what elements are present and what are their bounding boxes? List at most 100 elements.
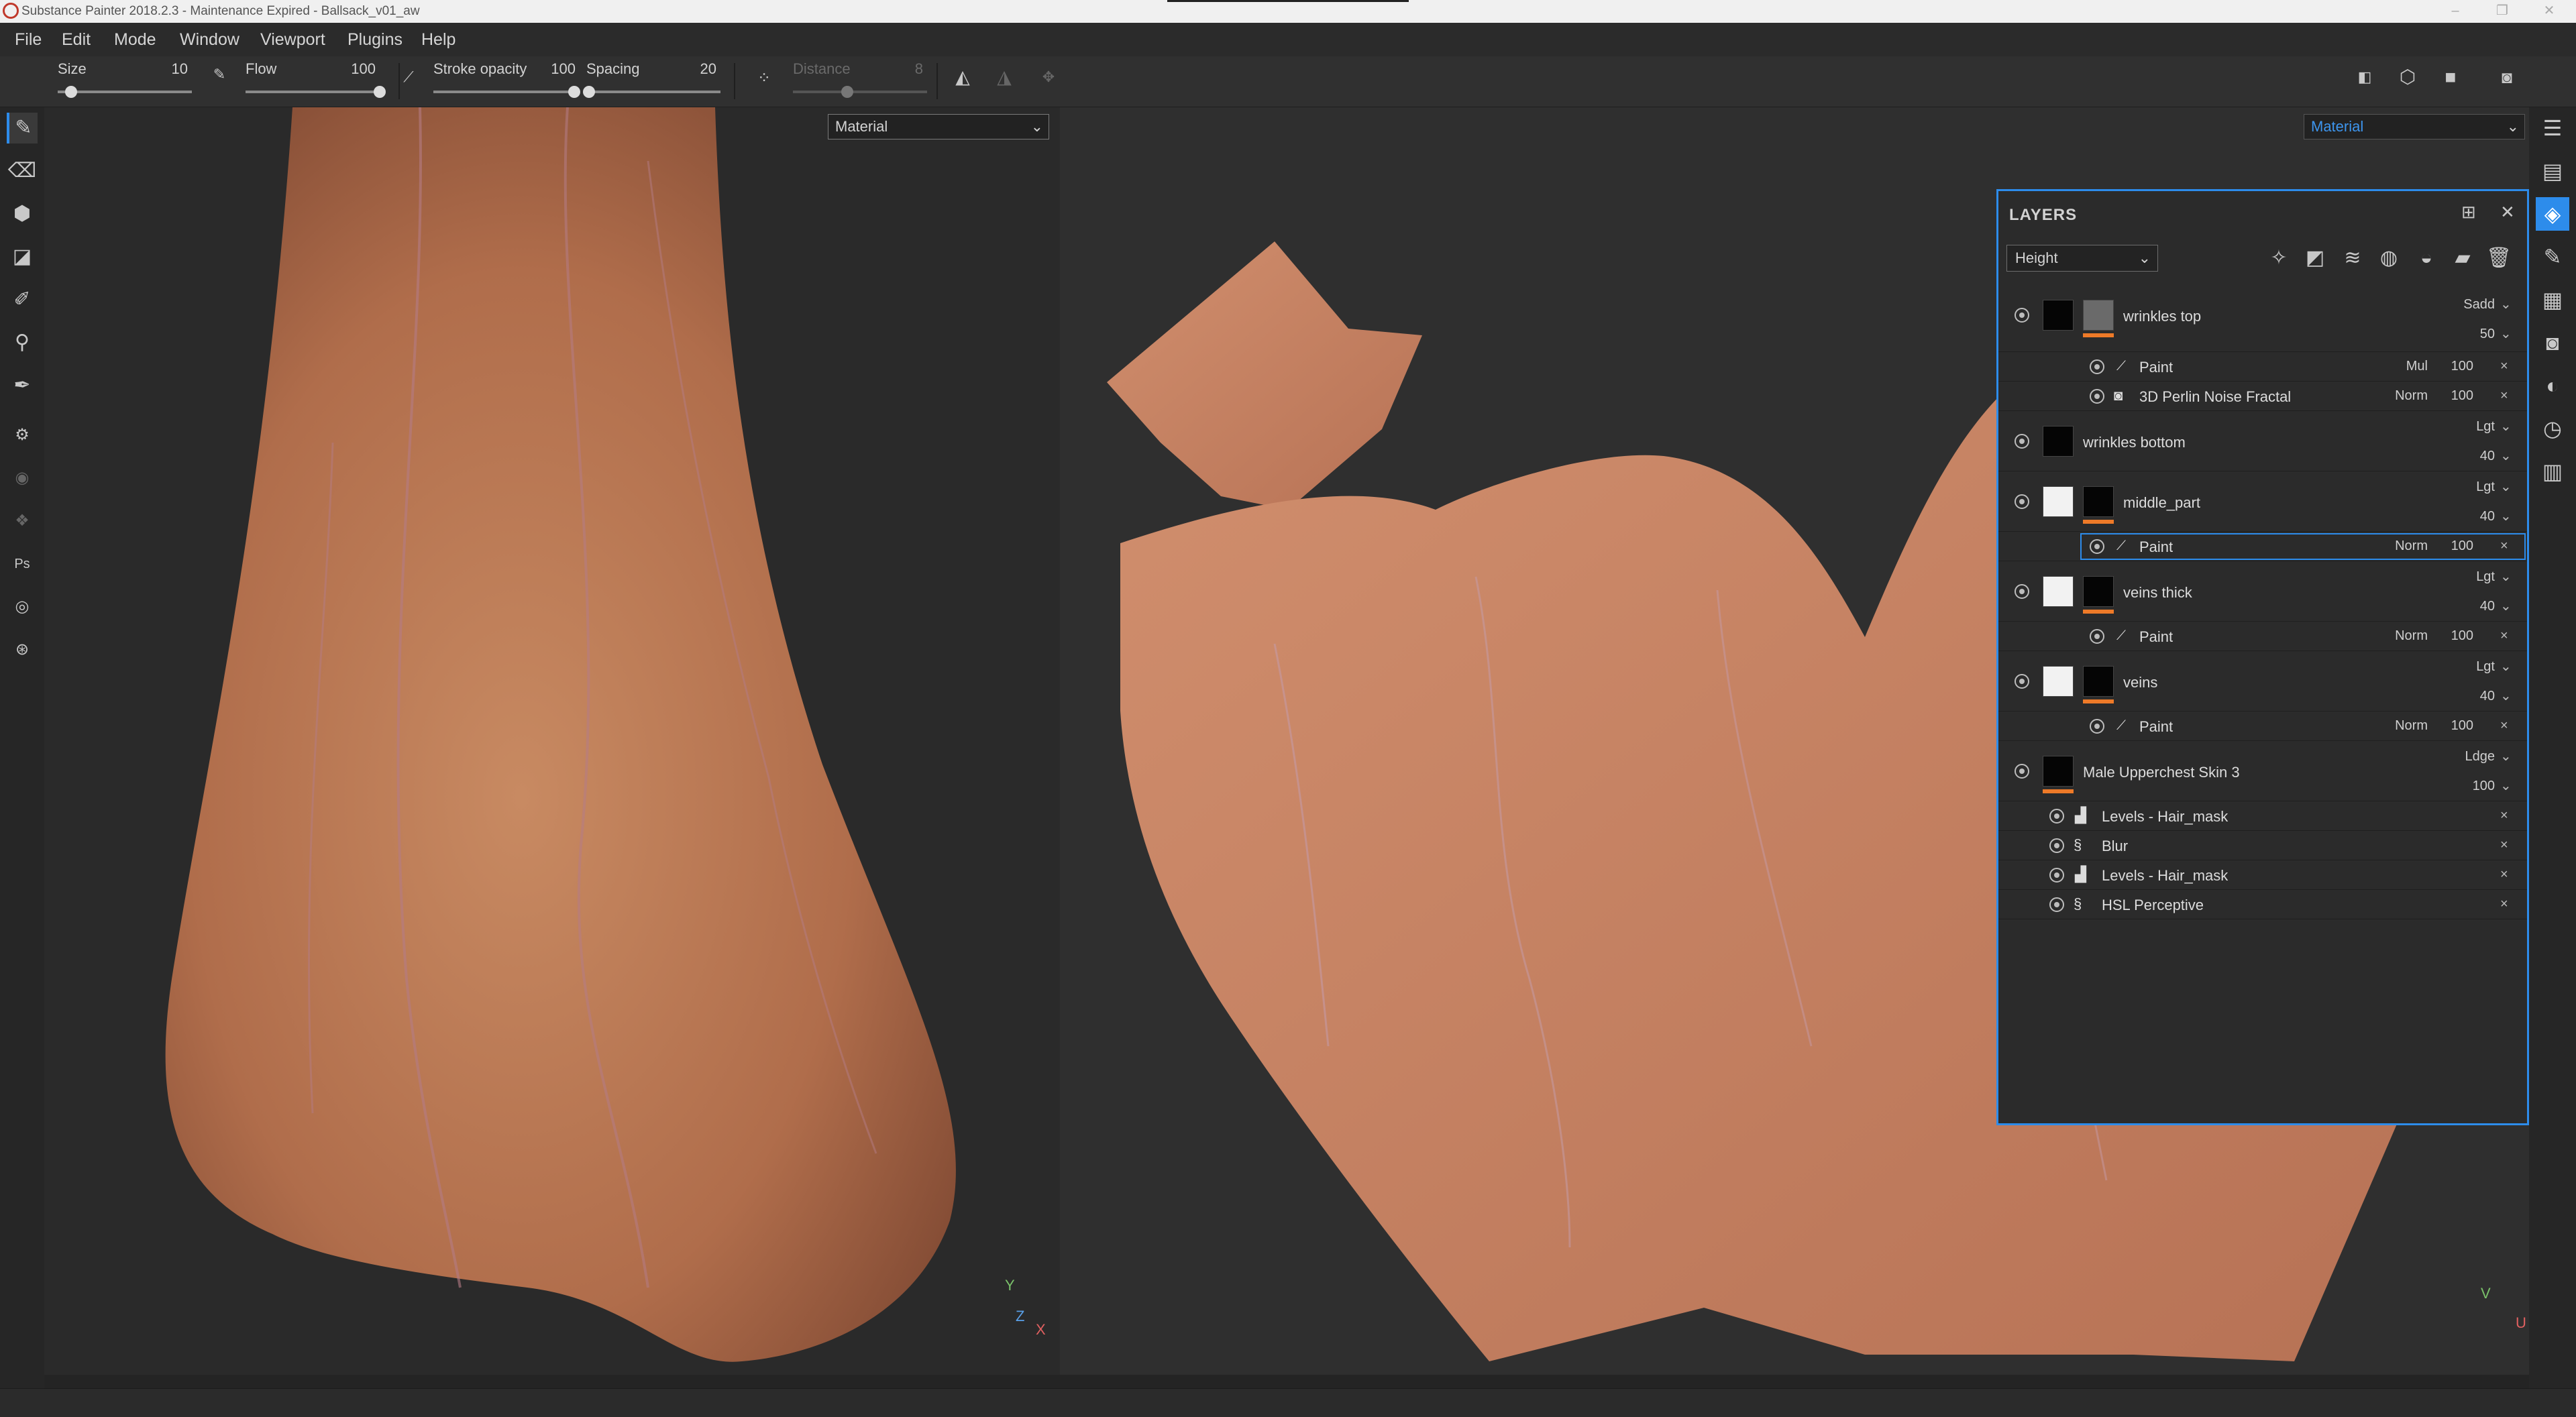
layer-opacity[interactable]: 40 bbox=[2455, 449, 2495, 464]
flow-value[interactable]: 100 bbox=[335, 60, 376, 78]
chevron-down-icon[interactable]: ⌄ bbox=[2500, 658, 2512, 675]
viewport-3d[interactable]: Material ⌄ Y Z X bbox=[44, 107, 1060, 1375]
blend-mode[interactable]: Ldge bbox=[2455, 749, 2496, 764]
visibility-toggle-icon[interactable] bbox=[2049, 897, 2064, 912]
visibility-toggle-icon[interactable] bbox=[2090, 629, 2104, 644]
chevron-down-icon[interactable]: ⌄ bbox=[2500, 568, 2512, 585]
delete-layer-icon[interactable]: 🗑 bbox=[2485, 245, 2512, 272]
chevron-down-icon[interactable]: ⌄ bbox=[2500, 478, 2512, 495]
remove-icon[interactable]: × bbox=[2500, 628, 2508, 644]
effect-row[interactable]: ▟ Levels - Hair_mask × bbox=[1998, 801, 2527, 831]
visibility-toggle-icon[interactable] bbox=[2090, 389, 2104, 404]
channel-select[interactable]: Height ⌄ bbox=[2006, 245, 2158, 272]
sublayer-opacity[interactable]: 100 bbox=[2444, 388, 2473, 404]
menu-mode[interactable]: Mode bbox=[114, 30, 156, 50]
distance-slider[interactable] bbox=[793, 91, 927, 93]
spacing-slider-handle[interactable] bbox=[583, 86, 595, 98]
remove-icon[interactable]: × bbox=[2500, 838, 2508, 853]
layer-name[interactable]: middle_part bbox=[2123, 494, 2200, 512]
chevron-down-icon[interactable]: ⌄ bbox=[2500, 687, 2512, 704]
visibility-toggle-icon[interactable] bbox=[2015, 674, 2029, 689]
chevron-down-icon[interactable]: ⌄ bbox=[2500, 296, 2512, 313]
layer-opacity[interactable]: 100 bbox=[2455, 779, 2495, 794]
add-smart-material-icon[interactable]: ◒ bbox=[2413, 245, 2440, 272]
chevron-down-icon[interactable]: ⌄ bbox=[2500, 447, 2512, 464]
texture-set-settings-icon[interactable]: ▤ bbox=[2536, 154, 2569, 188]
visibility-toggle-icon[interactable] bbox=[2090, 359, 2104, 374]
layer-row[interactable]: wrinkles bottom Lgt ⌄ 40 ⌄ bbox=[1998, 411, 2527, 471]
blend-mode[interactable]: Norm bbox=[2387, 628, 2428, 644]
effect-row[interactable]: § Blur × bbox=[1998, 831, 2527, 860]
chevron-down-icon[interactable]: ⌄ bbox=[2500, 777, 2512, 794]
visibility-toggle-icon[interactable] bbox=[2015, 434, 2029, 449]
effect-name[interactable]: Levels - Hair_mask bbox=[2102, 808, 2228, 826]
sublayer-name[interactable]: Paint bbox=[2139, 718, 2173, 736]
mask-thumbnail[interactable] bbox=[2083, 300, 2114, 331]
remove-icon[interactable]: × bbox=[2500, 718, 2508, 734]
shader-settings-icon[interactable]: ◐ bbox=[2536, 369, 2569, 402]
sublayer-row[interactable]: ◙ 3D Perlin Noise Fractal Norm 100 × bbox=[1998, 382, 2527, 411]
viewport-2d-channel-select[interactable]: Material ⌄ bbox=[2304, 114, 2525, 139]
sublayer-opacity[interactable]: 100 bbox=[2444, 628, 2473, 644]
menu-edit[interactable]: Edit bbox=[62, 30, 91, 50]
chevron-down-icon[interactable]: ⌄ bbox=[2500, 508, 2512, 524]
layer-row[interactable]: Male Upperchest Skin 3 Ldge ⌄ 100 ⌄ bbox=[1998, 741, 2527, 801]
sublayer-row[interactable]: ⟋ Paint Norm 100 × bbox=[1998, 712, 2527, 741]
add-effect-icon[interactable]: ✧ bbox=[2265, 245, 2292, 272]
visibility-toggle-icon[interactable] bbox=[2090, 539, 2104, 554]
remove-icon[interactable]: × bbox=[2500, 867, 2508, 883]
close-panel-icon[interactable]: ✕ bbox=[2500, 202, 2515, 223]
effect-row[interactable]: § HSL Perceptive × bbox=[1998, 890, 2527, 919]
photoshop-export-icon[interactable]: Ps bbox=[7, 549, 38, 579]
add-layer-icon[interactable]: ≋ bbox=[2339, 245, 2366, 272]
flow-slider[interactable] bbox=[246, 91, 380, 93]
color-picker-icon[interactable]: ✒ bbox=[7, 370, 38, 401]
substance-share-icon[interactable]: ❖ bbox=[7, 506, 38, 536]
remove-icon[interactable]: × bbox=[2500, 359, 2508, 374]
layer-name[interactable]: Male Upperchest Skin 3 bbox=[2083, 764, 2240, 781]
visibility-toggle-icon[interactable] bbox=[2049, 838, 2064, 853]
visibility-toggle-icon[interactable] bbox=[2015, 764, 2029, 779]
iray-icon[interactable]: ◉ bbox=[7, 463, 38, 494]
sublayer-opacity[interactable]: 100 bbox=[2444, 539, 2473, 554]
visibility-toggle-icon[interactable] bbox=[2015, 584, 2029, 599]
layer-opacity[interactable]: 50 bbox=[2455, 327, 2495, 342]
add-mask-icon[interactable]: ◩ bbox=[2302, 245, 2328, 272]
viewport-3d-channel-select[interactable]: Material ⌄ bbox=[828, 114, 1049, 139]
size-slider-handle[interactable] bbox=[65, 86, 77, 98]
sublayer-row[interactable]: ⟋ Paint Norm 100 × bbox=[1998, 532, 2527, 561]
sublayer-row[interactable]: ⟋ Paint Norm 100 × bbox=[1998, 622, 2527, 651]
mirror-icon[interactable]: ◮ bbox=[993, 66, 1016, 89]
paint-brush-tool-icon[interactable]: ✎ bbox=[7, 113, 38, 144]
bake-icon[interactable]: ⚙ bbox=[7, 420, 38, 451]
layer-opacity[interactable]: 40 bbox=[2455, 599, 2495, 614]
layers-panel-icon[interactable]: ◈ bbox=[2536, 197, 2569, 231]
projection-tool-icon[interactable]: ⬢ bbox=[7, 199, 38, 229]
visibility-toggle-icon[interactable] bbox=[2090, 719, 2104, 734]
mask-thumbnail[interactable] bbox=[2083, 576, 2114, 607]
display-mode-icon[interactable]: ◧ bbox=[2353, 66, 2376, 89]
spacing-slider[interactable] bbox=[586, 91, 720, 93]
3d-view-icon[interactable]: ⬡ bbox=[2396, 66, 2419, 89]
sublayer-opacity[interactable]: 100 bbox=[2444, 359, 2473, 374]
texture-set-list-icon[interactable]: ☰ bbox=[2536, 111, 2569, 145]
sketchfab-icon[interactable]: ◎ bbox=[7, 591, 38, 622]
chevron-down-icon[interactable]: ⌄ bbox=[2500, 748, 2512, 764]
effect-name[interactable]: Blur bbox=[2102, 838, 2128, 855]
menu-window[interactable]: Window bbox=[180, 30, 239, 50]
symmetry-settings-icon[interactable]: ✥ bbox=[1037, 66, 1060, 89]
remove-icon[interactable]: × bbox=[2500, 808, 2508, 824]
visibility-toggle-icon[interactable] bbox=[2015, 494, 2029, 509]
sublayer-name[interactable]: Paint bbox=[2139, 628, 2173, 646]
menu-help[interactable]: Help bbox=[421, 30, 455, 50]
visibility-toggle-icon[interactable] bbox=[2049, 809, 2064, 824]
blend-mode[interactable]: Lgt bbox=[2455, 479, 2495, 495]
chevron-down-icon[interactable]: ⌄ bbox=[2500, 598, 2512, 614]
layer-name[interactable]: veins thick bbox=[2123, 584, 2192, 602]
sublayer-opacity[interactable]: 100 bbox=[2444, 718, 2473, 734]
undock-icon[interactable]: ⊞ bbox=[2461, 202, 2476, 223]
layer-row[interactable]: middle_part Lgt ⌄ 40 ⌄ bbox=[1998, 471, 2527, 532]
layer-row[interactable]: wrinkles top Sadd ⌄ 50 ⌄ bbox=[1998, 292, 2527, 352]
plugin-icon[interactable]: ⊛ bbox=[7, 634, 38, 665]
blend-mode[interactable]: Lgt bbox=[2455, 419, 2495, 435]
